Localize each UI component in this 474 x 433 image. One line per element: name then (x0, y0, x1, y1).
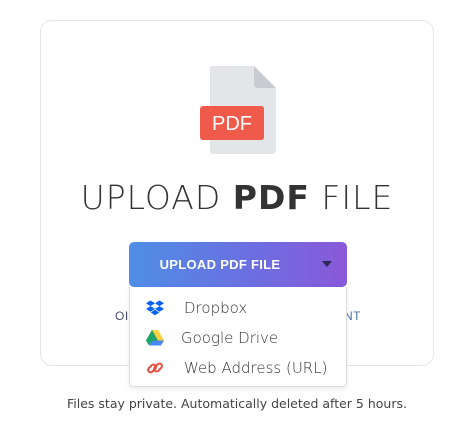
pdf-file-icon: PDF (198, 64, 278, 156)
privacy-note: Files stay private. Automatically delete… (67, 396, 407, 411)
google-drive-icon (146, 329, 164, 347)
link-icon (146, 359, 164, 377)
menu-item-google-drive[interactable]: Google Drive (130, 323, 346, 353)
menu-item-dropbox[interactable]: Dropbox (130, 293, 346, 323)
pdf-badge-text: PDF (212, 113, 252, 135)
upload-button-label: UPLOAD PDF FILE (159, 257, 281, 272)
page-title: UPLOAD PDF FILE (0, 178, 474, 217)
dropbox-icon (146, 299, 164, 317)
title-part-upload: UPLOAD (80, 178, 222, 217)
upload-source-menu: Dropbox Google Drive Web Address (URL) (129, 287, 347, 387)
page: PDF UPLOAD PDF FILE UPLOAD PDF FILE OI N… (0, 0, 474, 433)
title-part-pdf: PDF (232, 178, 310, 217)
upload-pdf-button[interactable]: UPLOAD PDF FILE (129, 242, 347, 287)
title-part-file: FILE (321, 178, 394, 217)
upload-source-dropdown-toggle[interactable] (307, 242, 347, 287)
obscured-text-left: OI (115, 309, 129, 323)
menu-item-label: Dropbox (184, 299, 248, 317)
menu-item-label: Google Drive (181, 329, 279, 347)
menu-item-web-address[interactable]: Web Address (URL) (130, 353, 346, 383)
menu-item-label: Web Address (URL) (184, 359, 328, 377)
caret-down-icon (322, 261, 332, 267)
